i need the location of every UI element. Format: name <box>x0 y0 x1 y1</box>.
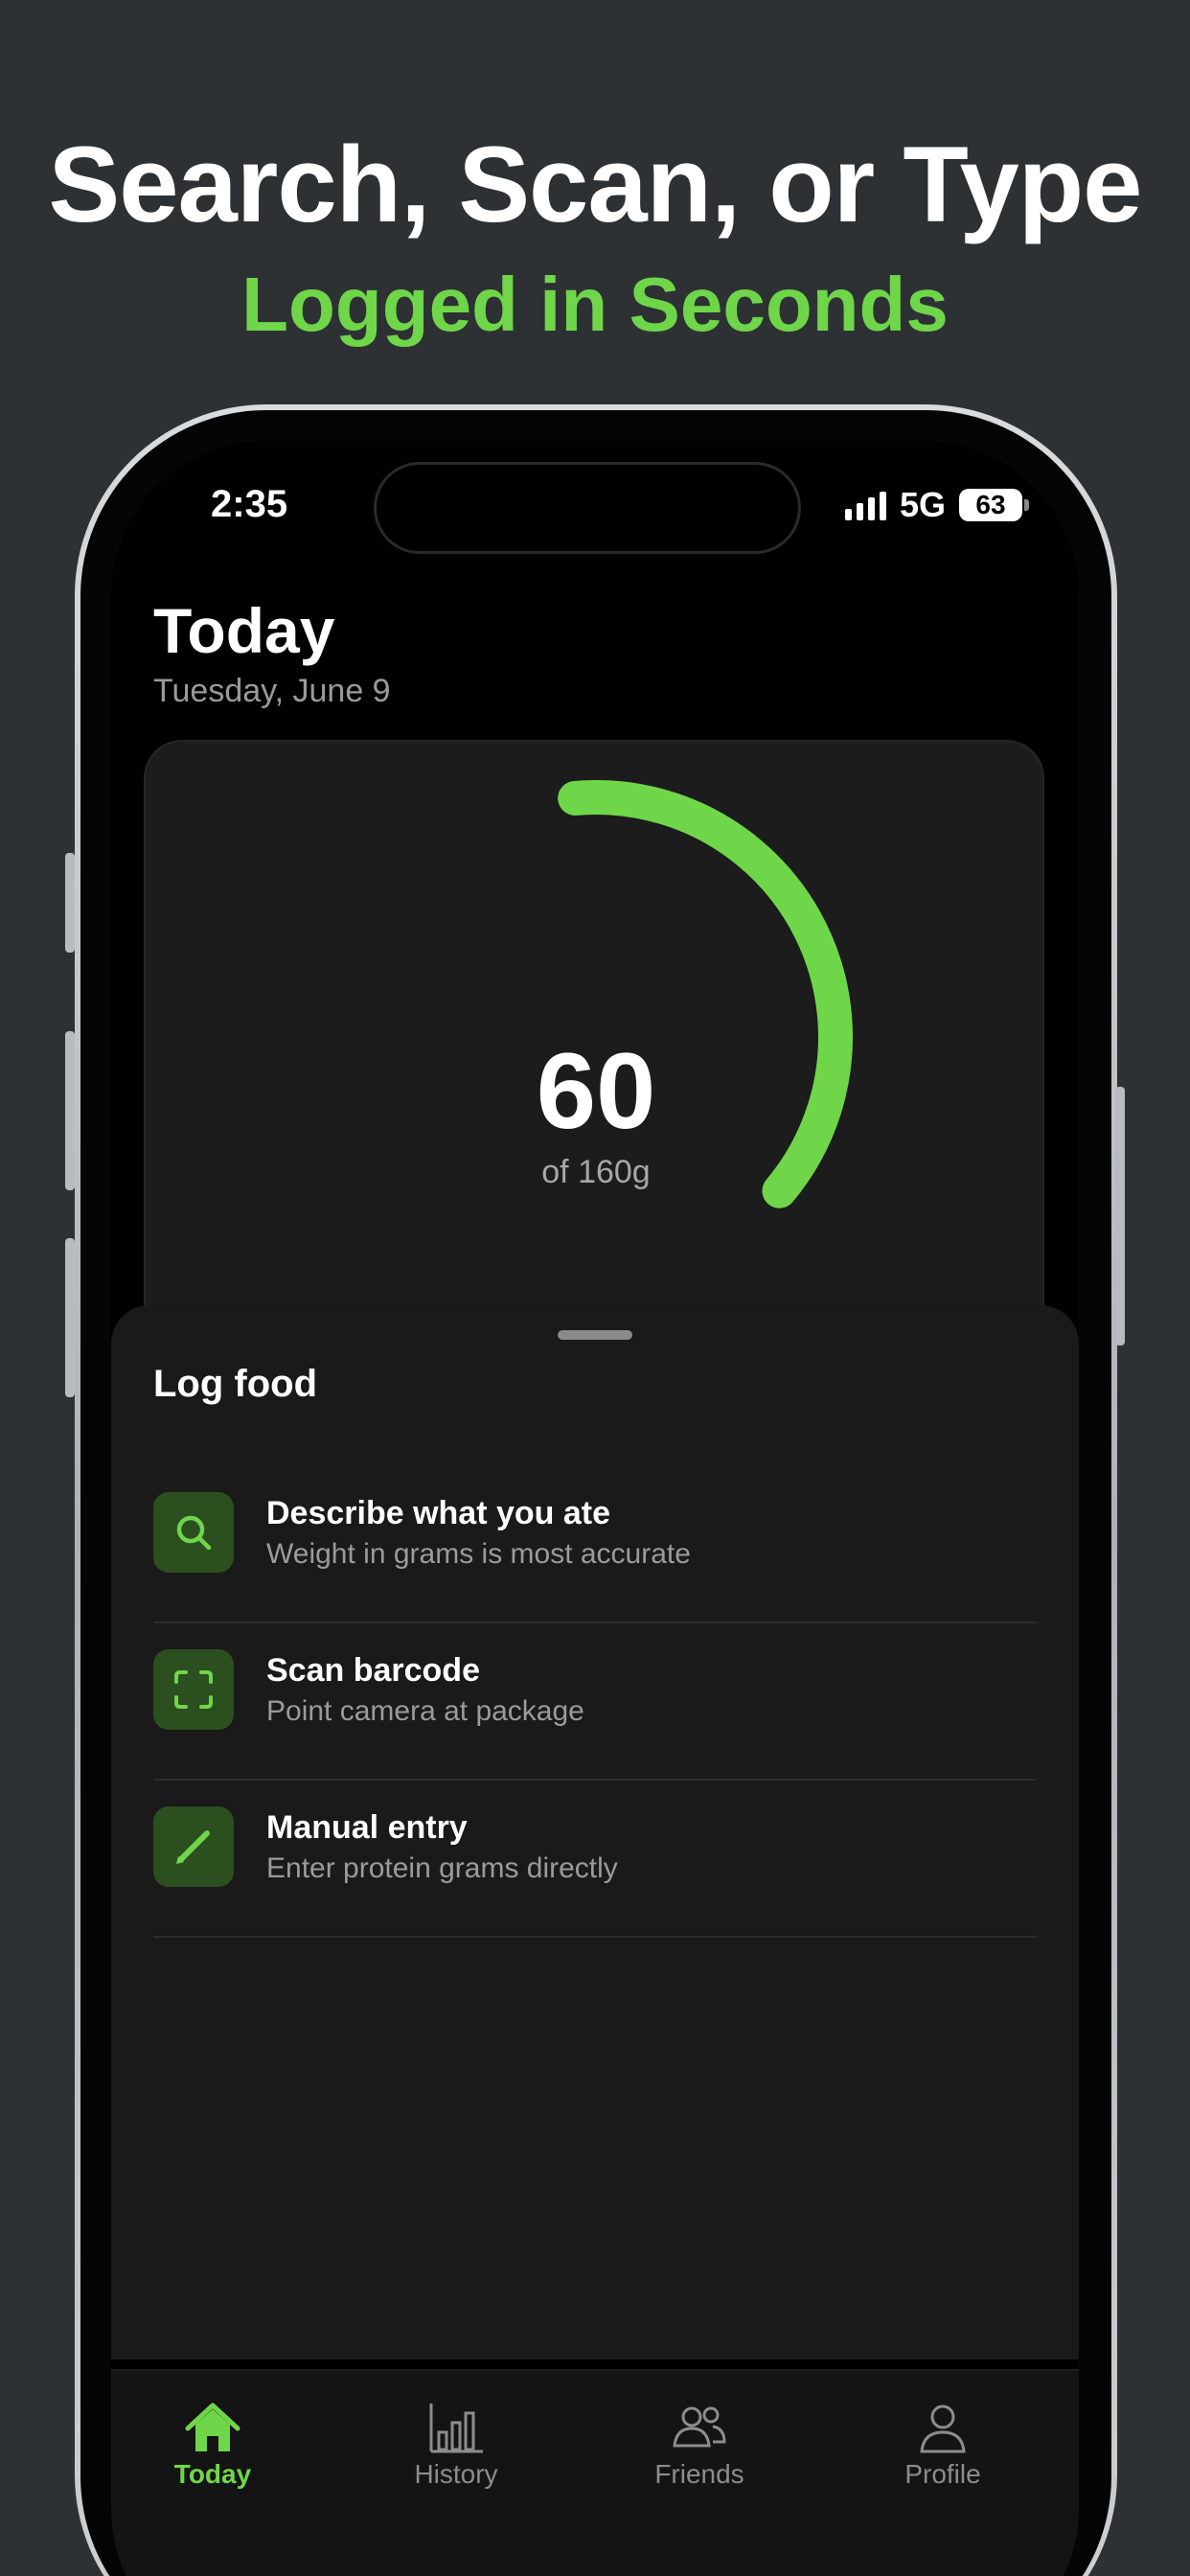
volume-up-button <box>65 1031 75 1190</box>
promo-headline: Search, Scan, or Type <box>48 125 1143 244</box>
pencil-icon <box>153 1806 234 1887</box>
option-title: Manual entry <box>266 1808 468 1846</box>
tab-bar: Today History Friends Profile <box>111 2369 1079 2576</box>
option-subtitle: Enter protein grams directly <box>266 1852 618 1884</box>
phone-screen: 2:35 5G 63 Today Tuesday, June 9 60 of 1… <box>111 441 1079 2576</box>
home-icon <box>185 2403 240 2451</box>
volume-down-button <box>65 1238 75 1397</box>
tab-today[interactable]: Today <box>117 2402 309 2490</box>
power-button <box>1115 1087 1125 1346</box>
protein-goal: of 160g <box>541 1154 651 1190</box>
action-button <box>65 853 75 953</box>
protein-value: 60 <box>536 1031 656 1151</box>
sheet-grabber[interactable] <box>558 1330 632 1340</box>
battery-icon: 63 <box>959 489 1029 521</box>
tab-label: Today <box>173 2459 252 2489</box>
barcode-scan-icon <box>153 1649 234 1730</box>
option-scan-barcode[interactable]: Scan barcode Point camera at package <box>153 1623 1037 1781</box>
tab-friends[interactable]: Friends <box>604 2402 795 2490</box>
status-indicators: 5G 63 <box>844 485 1029 525</box>
tab-label: History <box>414 2459 498 2489</box>
tab-profile[interactable]: Profile <box>847 2402 1039 2490</box>
option-title: Describe what you ate <box>266 1494 611 1531</box>
option-subtitle: Point camera at package <box>266 1694 584 1727</box>
tab-history[interactable]: History <box>360 2402 552 2490</box>
signal-icon <box>844 490 886 520</box>
search-icon <box>153 1492 234 1573</box>
option-describe-food[interactable]: Describe what you ate Weight in grams is… <box>153 1466 1037 1623</box>
page-date: Tuesday, June 9 <box>153 673 391 709</box>
page-title: Today <box>153 595 335 666</box>
log-food-title: Log food <box>153 1363 318 1405</box>
option-title: Scan barcode <box>266 1651 480 1689</box>
option-manual-entry[interactable]: Manual entry Enter protein grams directl… <box>153 1781 1037 1938</box>
log-food-sheet: Log food Describe what you ate Weight in… <box>111 1305 1079 2359</box>
status-time: 2:35 <box>211 483 288 525</box>
promo-subheadline: Logged in Seconds <box>241 262 949 347</box>
option-subtitle: Weight in grams is most accurate <box>266 1537 691 1570</box>
promo-page: Search, Scan, or Type Logged in Seconds … <box>0 0 1190 2576</box>
log-food-options: Describe what you ate Weight in grams is… <box>153 1466 1037 1938</box>
bar-chart-icon <box>429 2404 483 2453</box>
battery-level: 63 <box>959 489 1022 521</box>
network-type: 5G <box>899 485 946 524</box>
dynamic-island <box>374 462 801 554</box>
profile-icon <box>920 2404 966 2453</box>
tab-label: Friends <box>654 2459 744 2489</box>
friends-icon <box>673 2406 726 2448</box>
tab-label: Profile <box>904 2459 981 2489</box>
